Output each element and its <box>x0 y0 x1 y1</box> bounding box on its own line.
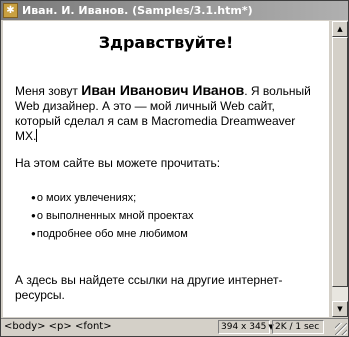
text-caret <box>36 129 38 142</box>
author-name: Иван Иванович Иванов <box>81 82 245 98</box>
arrow-up-icon: ▲ <box>337 25 343 33</box>
list-item[interactable]: о выполненных мной проектах <box>31 207 321 225</box>
list-item[interactable]: о моих увлечениях; <box>31 189 321 207</box>
links-paragraph[interactable]: А здесь вы найдете ссылки на другие инте… <box>15 273 319 303</box>
dreamweaver-doc-icon: ✱ <box>3 3 18 18</box>
title-bar[interactable]: ✱ Иван. И. Иванов. (Samples/3.1.htm*) <box>1 1 348 20</box>
scroll-down-button[interactable]: ▼ <box>332 301 348 317</box>
document-window: ✱ Иван. И. Иванов. (Samples/3.1.htm*) Зд… <box>0 0 349 337</box>
status-bar: <body> <p> <font> 394 x 345 ▼ 2K / 1 sec <box>1 318 348 336</box>
scroll-up-button[interactable]: ▲ <box>332 21 348 37</box>
window-title: Иван. И. Иванов. (Samples/3.1.htm*) <box>22 4 253 17</box>
design-view[interactable]: Здравствуйте! Меня зовут Иван Иванович И… <box>3 21 329 317</box>
window-size-popup[interactable]: 394 x 345 ▼ <box>218 320 274 334</box>
topics-list: о моих увлечениях; о выполненных мной пр… <box>31 189 321 243</box>
intro-paragraph[interactable]: Меня зовут Иван Иванович Иванов. Я вольн… <box>15 83 319 144</box>
resize-grip-icon[interactable] <box>335 323 347 335</box>
scroll-thumb[interactable] <box>332 37 348 287</box>
download-time: 2K / 1 sec <box>272 320 324 334</box>
page-heading: Здравствуйте! <box>98 33 234 52</box>
vertical-scrollbar[interactable]: ▲ ▼ <box>331 21 348 317</box>
arrow-down-icon: ▼ <box>337 305 343 313</box>
list-item[interactable]: подробнее обо мне любимом <box>31 225 321 243</box>
tag-selector[interactable]: <body> <p> <font> <box>4 321 112 332</box>
intro-text-before: Меня зовут <box>15 84 82 98</box>
window-size-value: 394 x 345 <box>221 322 267 332</box>
read-intro-paragraph[interactable]: На этом сайте вы можете прочитать: <box>15 156 319 171</box>
